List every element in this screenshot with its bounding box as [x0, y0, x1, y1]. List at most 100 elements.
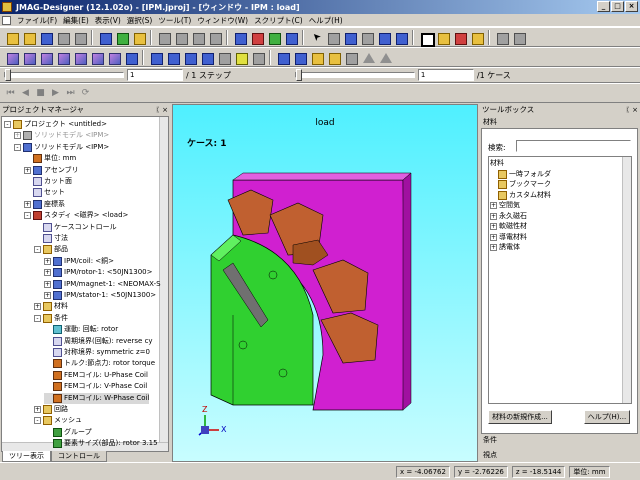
- material-tree-item[interactable]: + 誘電体: [490, 242, 520, 253]
- zoom-icon[interactable]: [376, 30, 391, 45]
- project-tree-item[interactable]: 寸法: [34, 233, 68, 244]
- project-tree-item[interactable]: + ソリッドモデル <IPM>: [14, 130, 109, 141]
- back-view-icon[interactable]: [165, 50, 180, 65]
- menu-item-6[interactable]: スクリプト(C): [251, 15, 306, 26]
- project-tree-item[interactable]: + 座標系: [24, 199, 65, 210]
- mesh-edge-icon[interactable]: [292, 50, 307, 65]
- expand-toggle-icon[interactable]: +: [490, 223, 497, 230]
- project-tree-item[interactable]: FEMコイル: V-Phase Coil: [44, 381, 147, 392]
- expand-toggle-icon[interactable]: -: [4, 121, 11, 128]
- shade-icon[interactable]: [216, 50, 231, 65]
- minimize-button[interactable]: _: [597, 1, 610, 12]
- expand-toggle-icon[interactable]: -: [34, 417, 41, 425]
- first-frame-icon[interactable]: ⏮: [4, 87, 17, 100]
- menu-item-4[interactable]: ツール(T): [155, 15, 194, 26]
- undo-icon[interactable]: [55, 30, 70, 45]
- play-icon[interactable]: ▶: [49, 87, 62, 100]
- project-tree-item[interactable]: ケースコントロール: [34, 222, 117, 233]
- export-model-icon[interactable]: [131, 30, 146, 45]
- project-tree-item[interactable]: + アセンブリ: [24, 165, 79, 176]
- graph-icon[interactable]: [232, 30, 247, 45]
- project-tree-item[interactable]: FEMコイル: W-Phase Coil: [44, 392, 150, 404]
- iso-view-5-icon[interactable]: [72, 50, 87, 65]
- iso-view-4-icon[interactable]: [55, 50, 70, 65]
- expand-toggle-icon[interactable]: -: [34, 314, 41, 322]
- project-tree-item[interactable]: + 回路: [34, 404, 68, 415]
- settings-gear-icon[interactable]: [452, 30, 467, 45]
- menu-item-1[interactable]: 編集(E): [60, 15, 92, 26]
- stop-icon[interactable]: ■: [34, 87, 47, 100]
- project-tab-0[interactable]: ツリー表示: [2, 451, 51, 462]
- project-tree[interactable]: - プロジェクト <untitled> + ソリッドモデル <IPM> - ソリッドモデル…: [1, 116, 169, 452]
- geometry-editor-icon[interactable]: [97, 30, 112, 45]
- material-section-header[interactable]: 材料: [481, 117, 638, 128]
- material-tree-item[interactable]: 一時フォルダ: [498, 169, 551, 180]
- window-tile-icon[interactable]: [511, 30, 526, 45]
- project-tree-item[interactable]: - プロジェクト <untitled>: [4, 119, 107, 130]
- material-tree-item[interactable]: + 空間気: [490, 200, 520, 211]
- iso-view-3-icon[interactable]: [38, 50, 53, 65]
- select-face-icon[interactable]: [342, 30, 357, 45]
- project-tree-item[interactable]: - 条件: [34, 313, 68, 324]
- toolbox-pin-close-icon[interactable]: ᛕ ×: [626, 104, 638, 116]
- flux-line-icon[interactable]: [343, 50, 358, 65]
- new-project-icon[interactable]: [4, 30, 19, 45]
- material-tree-item[interactable]: カスタム材料: [498, 190, 551, 201]
- model-viewport[interactable]: load ケース: 1 Z X: [172, 104, 478, 462]
- mesh-view-icon[interactable]: [275, 50, 290, 65]
- project-tree-item[interactable]: + IPM/stator-1: <50JN1300>: [44, 290, 156, 301]
- panel-pin-close-icon[interactable]: ᛕ ×: [156, 104, 168, 116]
- fit-view-icon[interactable]: [283, 30, 298, 45]
- wireframe-icon[interactable]: [173, 30, 188, 45]
- expand-toggle-icon[interactable]: +: [490, 244, 497, 251]
- menu-item-3[interactable]: 選択(S): [124, 15, 156, 26]
- contour-icon[interactable]: [309, 50, 324, 65]
- step-input[interactable]: 1: [127, 69, 183, 81]
- project-tree-item[interactable]: + IPM/coil: <銅>: [44, 256, 114, 267]
- project-tree-item[interactable]: グループ: [44, 427, 92, 438]
- case-input[interactable]: 1: [417, 69, 474, 81]
- left-view-icon[interactable]: [182, 50, 197, 65]
- material-tree-scrollbar[interactable]: [622, 157, 631, 403]
- last-frame-icon[interactable]: ⏭: [64, 87, 77, 100]
- expand-toggle-icon[interactable]: +: [44, 269, 51, 277]
- import-model-icon[interactable]: [114, 30, 129, 45]
- project-tree-item[interactable]: 対称境界: symmetric z=0: [44, 347, 150, 358]
- prev-frame-icon[interactable]: ◀: [19, 87, 32, 100]
- redo-icon[interactable]: [72, 30, 87, 45]
- step-slider[interactable]: [4, 69, 124, 81]
- expand-toggle-icon[interactable]: +: [24, 166, 31, 174]
- menu-item-2[interactable]: 表示(V): [92, 15, 124, 26]
- highlight-icon[interactable]: [233, 50, 248, 65]
- window-layout-icon[interactable]: [494, 30, 509, 45]
- window-select-icon[interactable]: [418, 30, 435, 47]
- chart-icon[interactable]: [249, 30, 264, 45]
- section-view-icon[interactable]: [207, 30, 222, 45]
- solid-view-icon[interactable]: [190, 30, 205, 45]
- front-view-icon[interactable]: [148, 50, 163, 65]
- iso-view-7-icon[interactable]: [106, 50, 121, 65]
- expand-toggle-icon[interactable]: +: [44, 292, 51, 299]
- expand-toggle-icon[interactable]: +: [44, 257, 51, 265]
- select-arrow-icon[interactable]: [308, 30, 323, 45]
- project-tree-item[interactable]: - 部品: [34, 244, 68, 255]
- close-button[interactable]: ×: [625, 1, 638, 12]
- rotate-icon[interactable]: [393, 30, 408, 45]
- iso-view-6-icon[interactable]: [89, 50, 104, 65]
- project-tree-item[interactable]: - メッシュ: [34, 415, 82, 426]
- expand-toggle-icon[interactable]: +: [34, 406, 41, 413]
- case-slider[interactable]: [294, 69, 415, 81]
- table-icon[interactable]: [266, 30, 281, 45]
- expand-toggle-icon[interactable]: -: [14, 143, 21, 151]
- cube-view-icon[interactable]: [156, 30, 171, 45]
- expand-toggle-icon[interactable]: +: [24, 200, 31, 208]
- document-icon[interactable]: [2, 16, 11, 25]
- material-tree-item[interactable]: + 導電材料: [490, 232, 527, 243]
- material-tree-item[interactable]: ブックマーク: [498, 179, 551, 190]
- material-tree[interactable]: 材料 一時フォルダ ブックマーク カスタム材料 + 空間気 + 永久磁石 + 軟磁性材 + 導電材料 +…: [488, 156, 632, 404]
- light-icon[interactable]: [469, 30, 484, 45]
- viewpoint-section-header[interactable]: 視点: [481, 450, 638, 461]
- transparency-icon[interactable]: [250, 50, 265, 65]
- material-tree-item[interactable]: 材料: [490, 158, 504, 169]
- project-tree-item[interactable]: 周期境界(回転): reverse cy: [44, 336, 153, 347]
